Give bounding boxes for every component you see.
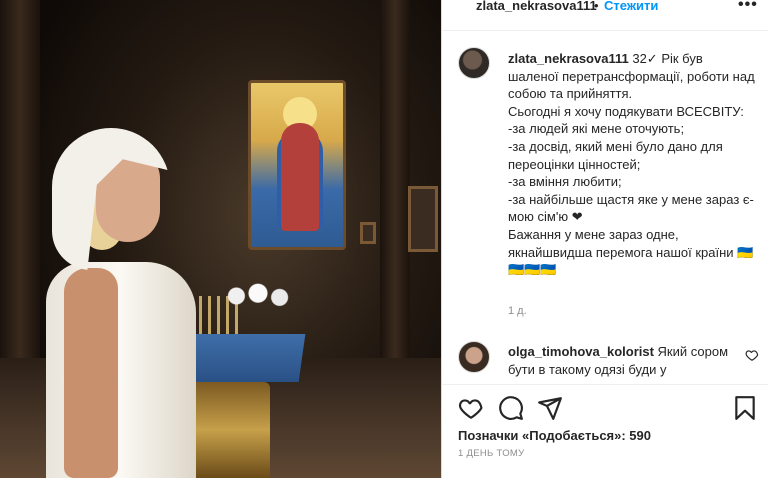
robe <box>281 123 319 231</box>
post-header: zlata_nekrasova111 • Стежити ••• <box>442 0 768 18</box>
post-panel: zlata_nekrasova111 • Стежити ••• zlata_n… <box>441 0 768 478</box>
header-divider <box>442 30 768 31</box>
gold-stand <box>190 382 270 478</box>
church-icon-frame <box>408 186 438 252</box>
bookmark-icon[interactable] <box>732 395 758 421</box>
avatar[interactable] <box>458 47 490 79</box>
heart-icon[interactable] <box>458 395 484 421</box>
church-pillar-right <box>380 0 410 400</box>
caption-time[interactable]: 1 д. <box>508 305 527 317</box>
caption-username[interactable]: zlata_nekrasova111 <box>508 51 629 66</box>
caption-text: Рік був шаленої перетрансформації, робот… <box>508 51 755 278</box>
caption-edited-mark: 32✓ <box>632 51 658 66</box>
comment: olga_timohova_kolorist Який сором бути в… <box>508 343 740 378</box>
comment-like-heart-icon[interactable] <box>745 348 759 362</box>
header-separator: • <box>594 0 599 13</box>
comment-icon[interactable] <box>498 395 524 421</box>
header-username[interactable]: zlata_nekrasova111 <box>476 0 597 13</box>
woman-arm <box>64 268 118 478</box>
altar-table <box>182 334 306 382</box>
post-photo[interactable] <box>0 0 441 478</box>
more-options-button[interactable]: ••• <box>738 0 758 14</box>
stained-glass-window <box>248 80 346 250</box>
paper-plane-icon[interactable] <box>537 395 563 421</box>
likes-count[interactable]: Позначки «Подобається»: 590 <box>458 428 651 443</box>
action-bar <box>442 384 768 430</box>
follow-button[interactable]: Стежити <box>604 0 658 13</box>
post-date[interactable]: 1 ДЕНЬ ТОМУ <box>458 448 524 459</box>
church-icon-frame-small <box>360 222 376 244</box>
church-pillar-left <box>0 0 40 400</box>
post-caption: zlata_nekrasova111 32✓ Рік був шаленої п… <box>508 50 756 279</box>
white-flowers <box>222 282 294 310</box>
comment-username[interactable]: olga_timohova_kolorist <box>508 344 654 359</box>
comment-avatar[interactable] <box>458 341 490 373</box>
